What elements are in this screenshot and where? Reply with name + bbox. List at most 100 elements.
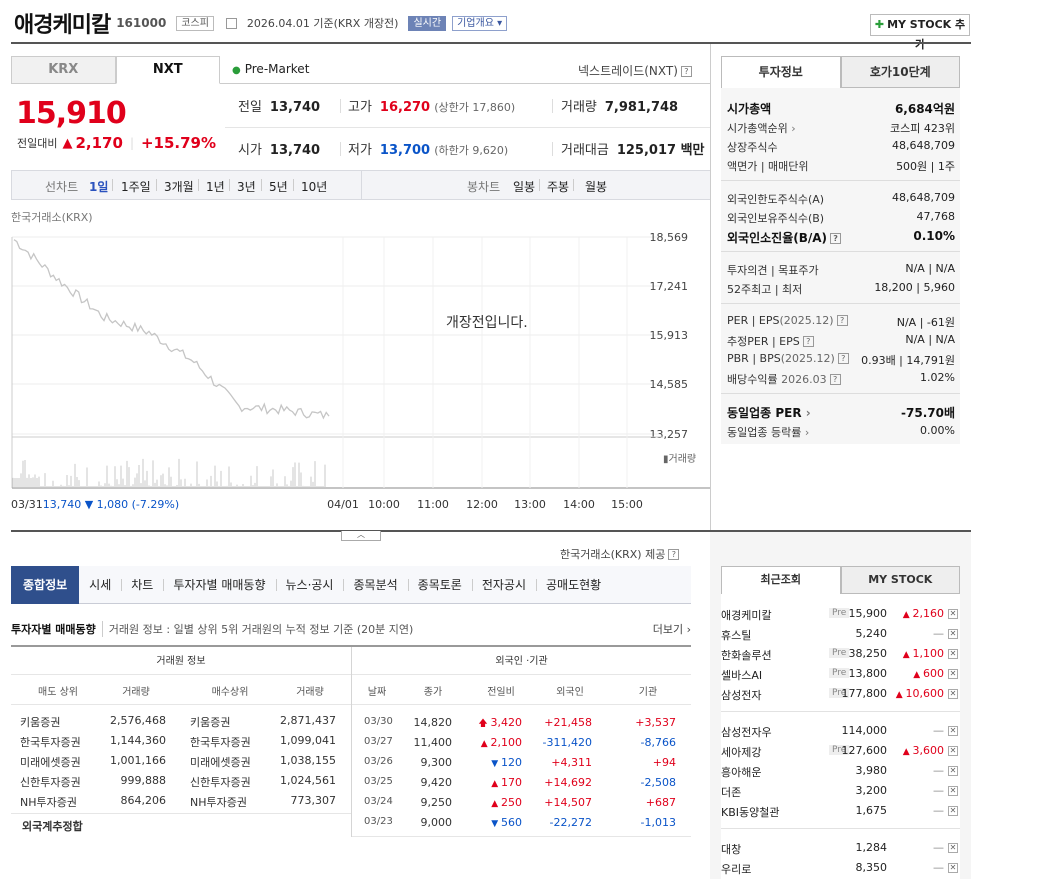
tab-news[interactable]: 뉴스·공시 — [275, 566, 344, 604]
period-1d[interactable]: 1일 — [89, 178, 108, 195]
recent-stock-item[interactable]: 애경케미칼 Pre 15,900 ▲ 2,160 ✕ — [721, 604, 960, 624]
stock-name: 한화솔루션 — [721, 649, 772, 662]
tab-price[interactable]: 시세 — [79, 566, 121, 604]
help-icon[interactable]: ? — [802, 336, 814, 347]
period-10y[interactable]: 10년 — [301, 178, 327, 195]
stat-label: 전일 — [238, 100, 262, 115]
broker-buy-volume: 1,099,041 — [280, 734, 336, 747]
help-icon[interactable]: ? — [668, 549, 680, 560]
candle-weekly[interactable]: 주봉 — [547, 178, 569, 195]
close-icon[interactable]: ✕ — [948, 863, 958, 873]
tab-analysis[interactable]: 종목분석 — [343, 566, 407, 604]
add-mystock-label: MY STOCK 추가 — [887, 18, 966, 51]
period-3m[interactable]: 3개월 — [164, 178, 194, 195]
recent-stock-item[interactable]: 대창 1,284 — ✕ — [721, 838, 960, 858]
close-icon[interactable]: ✕ — [948, 766, 958, 776]
row-label: 외국인보유주식수(B) — [727, 212, 825, 225]
tab-krx[interactable]: KRX — [11, 56, 116, 84]
nxt-link[interactable]: 넥스트레이드(NXT)? — [578, 62, 692, 79]
add-mystock-button[interactable]: ✚ MY STOCK 추가 — [870, 14, 970, 51]
help-icon[interactable]: ? — [829, 374, 841, 385]
close-icon[interactable]: ✕ — [948, 629, 958, 639]
close-icon[interactable]: ✕ — [948, 689, 958, 699]
close-icon[interactable]: ✕ — [948, 746, 958, 756]
tab-short-selling[interactable]: 공매도현황 — [536, 566, 611, 604]
divider — [352, 836, 691, 837]
help-icon[interactable]: ? — [837, 353, 849, 364]
change-cell: ▲ 250 — [462, 796, 522, 809]
tab-chart[interactable]: 차트 — [121, 566, 163, 604]
period-3y[interactable]: 3년 — [237, 178, 256, 195]
stock-name: 삼성전자 — [721, 689, 762, 702]
y-tick-label: 14,585 — [650, 378, 689, 391]
tab-overview[interactable]: 종합정보 — [11, 565, 80, 604]
period-1w[interactable]: 1주일 — [121, 178, 151, 195]
tab-invest-info[interactable]: 투자정보 — [721, 56, 841, 88]
tab-mystock[interactable]: MY STOCK — [840, 566, 960, 594]
recent-stock-item[interactable]: 흥아해운 3,980 — ✕ — [721, 761, 960, 781]
stock-change: ▲ 3,600 — [903, 744, 944, 757]
close-icon[interactable]: ✕ — [948, 786, 958, 796]
shares-row: 상장주식수 48,648,709 — [727, 139, 955, 155]
period-5y[interactable]: 5년 — [269, 178, 288, 195]
triangle-up-icon: ▲ — [62, 135, 73, 151]
recent-stock-item[interactable]: 셀바스AI Pre 13,800 ▲ 600 ✕ — [721, 664, 960, 684]
recent-stock-item[interactable]: 휴스틸 5,240 — ✕ — [721, 624, 960, 644]
tab-disclosure[interactable]: 전자공시 — [471, 566, 536, 604]
period-1y[interactable]: 1년 — [206, 178, 225, 195]
divider — [539, 179, 540, 191]
candle-monthly[interactable]: 월봉 — [585, 178, 607, 195]
realtime-tag[interactable]: 실시간 — [408, 15, 447, 31]
more-link[interactable]: 더보기 › — [653, 621, 691, 637]
help-icon[interactable]: ? — [680, 66, 692, 77]
recent-stock-item[interactable]: 세아제강 Pre 127,600 ▲ 3,600 ✕ — [721, 741, 960, 761]
help-icon[interactable]: ? — [830, 233, 842, 244]
foreign-ratio-row: 외국인소진율(B/A)? 0.10% — [727, 229, 955, 246]
sector-rate-row[interactable]: 동일업종 등락률 › 0.00% — [727, 424, 955, 440]
divider — [340, 99, 341, 113]
change-cell: ▼ 120 — [462, 756, 522, 769]
column-header: 매수상위 — [211, 687, 249, 698]
tab-recent[interactable]: 최근조회 — [721, 566, 841, 594]
row-value: 48,648,709 — [892, 191, 955, 204]
recent-stock-item[interactable]: KBI동양철관 1,675 — ✕ — [721, 801, 960, 821]
help-icon[interactable]: ? — [836, 315, 848, 326]
recent-stock-item[interactable]: 한화솔루션 Pre 38,250 ▲ 1,100 ✕ — [721, 644, 960, 664]
tab-discussion[interactable]: 종목토론 — [407, 566, 472, 604]
institution-cell: +3,537 — [635, 716, 676, 729]
divider — [225, 127, 710, 128]
divider — [721, 393, 960, 394]
stat-value: 16,270 — [379, 100, 431, 115]
sector-per-row[interactable]: 동일업종 PER › -75.70배 — [727, 404, 955, 421]
rank-row[interactable]: 시가총액순위 › 코스피 423위 — [727, 120, 955, 136]
collapse-button[interactable]: ︿ — [341, 531, 381, 541]
section-title: 투자자별 매매동향 — [11, 623, 96, 636]
recent-stock-item[interactable]: 삼성전자 Pre 177,800 ▲ 10,600 ✕ — [721, 684, 960, 704]
recent-stock-item[interactable]: 더존 3,200 — ✕ — [721, 781, 960, 801]
divider — [552, 99, 553, 113]
close-icon[interactable]: ✕ — [948, 649, 958, 659]
tab-investor-trading[interactable]: 투자자별 매매동향 — [163, 566, 275, 604]
stock-price: 3,980 — [855, 764, 888, 777]
company-overview-dropdown[interactable]: 기업개요 ▾ — [452, 15, 508, 31]
close-icon[interactable]: ✕ — [948, 843, 958, 853]
close-icon[interactable]: ✕ — [948, 806, 958, 816]
tab-orderbook[interactable]: 호가10단계 — [840, 56, 960, 88]
recent-stock-item[interactable]: 우리로 8,350 — ✕ — [721, 858, 960, 878]
tab-nxt[interactable]: NXT — [115, 56, 220, 84]
volume-stat: 거래량 7,981,748 — [561, 96, 678, 115]
row-label: 배당수익률 2026.03? — [727, 371, 841, 387]
foreign-cell: +21,458 — [544, 716, 592, 729]
divider — [721, 251, 960, 252]
recent-stock-item[interactable]: 삼성전자우 114,000 — ✕ — [721, 721, 960, 741]
institution-cell: +687 — [645, 796, 676, 809]
close-icon[interactable]: ✕ — [948, 669, 958, 679]
close-icon[interactable]: ✕ — [948, 726, 958, 736]
flat-dash-icon: — — [933, 841, 944, 854]
stock-name: 셀바스AI — [721, 669, 763, 682]
chevron-right-icon: › — [805, 406, 811, 420]
close-icon[interactable]: ✕ — [948, 609, 958, 619]
open-stat: 시가 13,740 — [238, 139, 320, 158]
candle-daily[interactable]: 일봉 — [513, 178, 535, 195]
sector-per-label: 동일업종 PER — [727, 406, 802, 420]
